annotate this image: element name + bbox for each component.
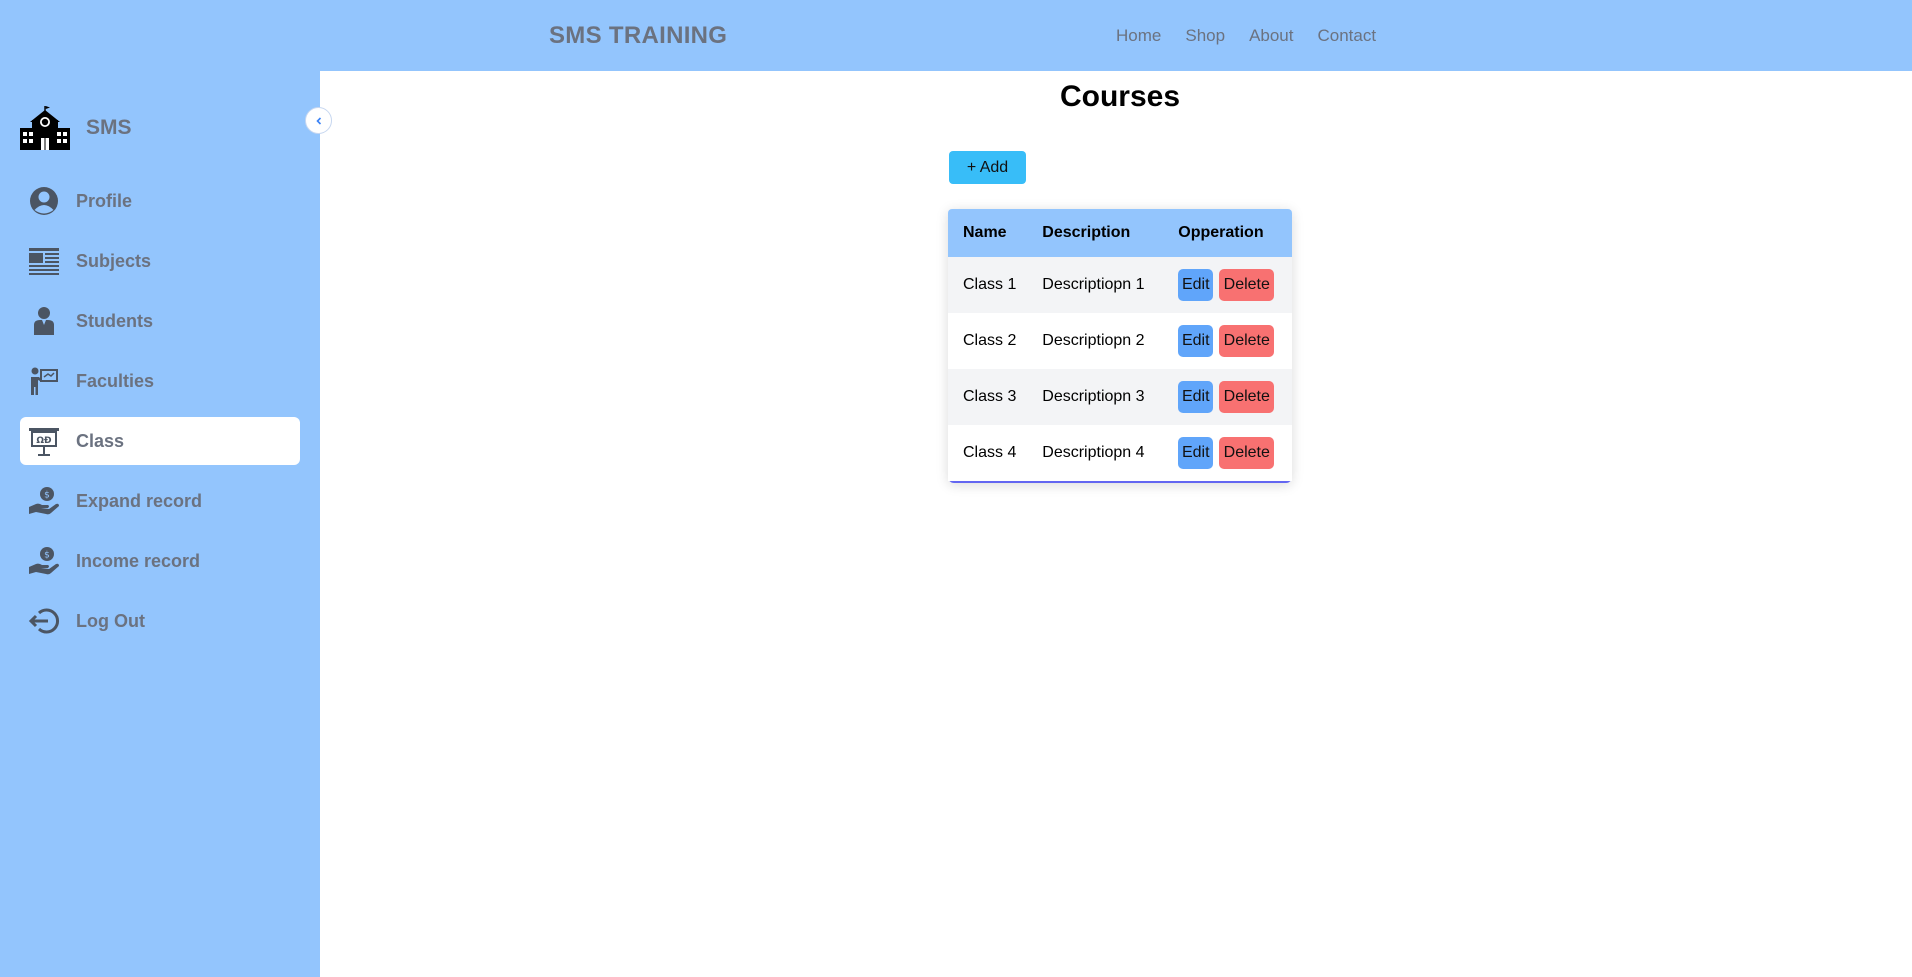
nav-about-link[interactable]: About — [1249, 26, 1293, 46]
sidebar-item-subjects[interactable]: Subjects — [20, 237, 300, 285]
sidebar-menu: Profile Subjects Students Faculties ΩÐ C… — [20, 177, 300, 657]
sidebar-item-label: Profile — [76, 190, 133, 211]
cell-operation: Edit Delete — [1163, 369, 1292, 425]
sidebar-item-income-record[interactable]: $ Income record — [20, 537, 300, 585]
cell-description: Descriptiopn 4 — [1042, 444, 1145, 461]
cell-name: Class 3 — [963, 388, 1017, 405]
cell-description: Descriptiopn 2 — [1042, 332, 1145, 349]
table-row: Class 2 Descriptiopn 2 Edit Delete — [948, 313, 1292, 369]
cell-name: Class 4 — [963, 444, 1017, 461]
sidebar-item-label: Class — [76, 430, 125, 451]
table-header-row: Name Description Opperation — [948, 209, 1292, 257]
class-icon: ΩÐ — [26, 424, 62, 458]
sidebar-logo-text: SMS — [86, 116, 132, 139]
sidebar-item-faculties[interactable]: Faculties — [20, 357, 300, 405]
sidebar: SMS Profile Subjects Students Faculties — [0, 71, 320, 977]
column-header-operation: Opperation — [1178, 224, 1264, 241]
delete-button[interactable]: Delete — [1219, 269, 1275, 301]
delete-button[interactable]: Delete — [1219, 381, 1275, 413]
profile-icon — [26, 184, 62, 218]
sidebar-item-label: Income record — [76, 550, 201, 571]
nav-shop-link[interactable]: Shop — [1185, 26, 1225, 46]
page-title: Courses — [1059, 80, 1181, 113]
edit-button[interactable]: Edit — [1178, 381, 1214, 413]
table-row: Class 1 Descriptiopn 1 Edit Delete — [948, 257, 1292, 313]
sidebar-item-students[interactable]: Students — [20, 297, 300, 345]
delete-button[interactable]: Delete — [1219, 325, 1275, 357]
cell-description: Descriptiopn 1 — [1042, 276, 1145, 293]
chevron-left-icon — [315, 116, 321, 125]
sidebar-logo: SMS — [18, 106, 132, 150]
cell-operation: Edit Delete — [1163, 257, 1292, 313]
subjects-icon — [26, 244, 62, 278]
table-row: Class 4 Descriptiopn 4 Edit Delete — [948, 425, 1292, 481]
logout-icon — [26, 604, 62, 638]
sidebar-item-expand-record[interactable]: $ Expand record — [20, 477, 300, 525]
sidebar-item-label: Expand record — [76, 490, 203, 511]
income-icon: $ — [26, 544, 62, 578]
column-header-description: Description — [1042, 224, 1131, 241]
expense-icon: $ — [26, 484, 62, 518]
edit-button[interactable]: Edit — [1178, 325, 1214, 357]
svg-text:ΩÐ: ΩÐ — [36, 436, 52, 446]
nav-contact-link[interactable]: Contact — [1318, 26, 1377, 46]
add-course-button[interactable]: + Add — [949, 151, 1026, 184]
delete-button[interactable]: Delete — [1219, 437, 1275, 469]
top-navbar: SMS TRAINING Home Shop About Contact — [0, 0, 1912, 71]
sidebar-item-label: Students — [76, 310, 154, 331]
sidebar-item-label: Log Out — [76, 610, 145, 631]
courses-table: Name Description Opperation Class 1 Desc… — [948, 209, 1292, 483]
table-row: Class 3 Descriptiopn 3 Edit Delete — [948, 369, 1292, 425]
cell-operation: Edit Delete — [1163, 313, 1292, 369]
cell-name: Class 1 — [963, 276, 1017, 293]
edit-button[interactable]: Edit — [1178, 269, 1214, 301]
sidebar-item-label: Faculties — [76, 370, 155, 391]
svg-text:$: $ — [44, 551, 50, 561]
sidebar-item-logout[interactable]: Log Out — [20, 597, 300, 645]
sidebar-item-profile[interactable]: Profile — [20, 177, 300, 225]
cell-description: Descriptiopn 3 — [1042, 388, 1145, 405]
top-nav: Home Shop About Contact — [1116, 26, 1376, 46]
edit-button[interactable]: Edit — [1178, 437, 1214, 469]
cell-operation: Edit Delete — [1163, 425, 1292, 481]
cell-name: Class 2 — [963, 332, 1017, 349]
students-icon — [26, 304, 62, 338]
school-icon — [20, 106, 70, 150]
column-header-name: Name — [963, 224, 1007, 241]
svg-text:$: $ — [44, 491, 50, 501]
faculties-icon — [26, 364, 62, 398]
sidebar-item-label: Subjects — [76, 250, 152, 271]
sidebar-item-class[interactable]: ΩÐ Class — [20, 417, 300, 465]
brand-title: SMS TRAINING — [549, 22, 728, 49]
nav-home-link[interactable]: Home — [1116, 26, 1161, 46]
